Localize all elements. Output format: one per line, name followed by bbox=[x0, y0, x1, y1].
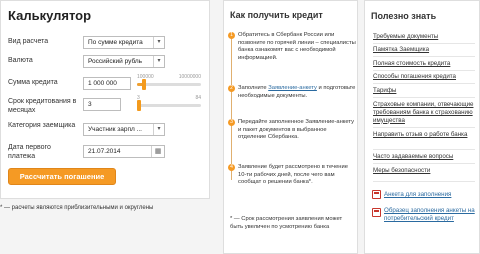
link-application-form[interactable]: Анкета для заполнения bbox=[384, 191, 451, 199]
amount-slider-handle[interactable] bbox=[142, 79, 147, 90]
calc-type-select[interactable]: По сумме кредита ▾ bbox=[83, 36, 165, 49]
calc-type-label: Вид расчета bbox=[8, 38, 49, 45]
review-time-note: * — Срок рассмотрения заявления может бы… bbox=[230, 216, 343, 230]
first-payment-date-value: 21.07.2014 bbox=[88, 148, 121, 155]
link-tariffs[interactable]: Тарифы bbox=[373, 87, 396, 95]
useful-title: Полезно знать bbox=[371, 11, 437, 21]
amount-input[interactable]: 1 000 000 bbox=[83, 77, 131, 90]
step-text: Заявление будет рассмотрено в течение 10… bbox=[238, 164, 348, 186]
chevron-down-icon: ▾ bbox=[153, 56, 164, 67]
link-repayment-methods[interactable]: Способы погашения кредита bbox=[373, 73, 456, 81]
chevron-down-icon: ▾ bbox=[153, 37, 164, 48]
amount-slider[interactable]: 100000 10000000 bbox=[137, 74, 201, 91]
chevron-down-icon: ▾ bbox=[153, 124, 164, 135]
divider bbox=[373, 43, 475, 44]
calendar-icon[interactable]: ▦ bbox=[151, 146, 164, 157]
currency-value: Российский рубль bbox=[88, 58, 143, 65]
category-value: Участник зарпл ... bbox=[88, 126, 142, 133]
pdf-icon bbox=[372, 208, 381, 217]
first-payment-date-label: Дата первого платежа bbox=[8, 144, 51, 160]
term-slider-track bbox=[137, 104, 201, 107]
step-number: 1 bbox=[228, 32, 235, 39]
link-required-documents[interactable]: Требуемые документы bbox=[373, 33, 438, 41]
term-slider-handle[interactable] bbox=[137, 100, 141, 111]
calculator-panel: Калькулятор Вид расчета По сумме кредита… bbox=[0, 0, 210, 199]
pdf-icon bbox=[372, 190, 381, 199]
useful-panel: Полезно знать Требуемые документы Памятк… bbox=[364, 0, 480, 254]
link-insurance-companies[interactable]: Страховые компании, отвечающие требовани… bbox=[373, 101, 477, 124]
steps-connector bbox=[231, 34, 232, 180]
currency-select[interactable]: Российский рубль ▾ bbox=[83, 55, 165, 68]
step-text-before: Заполните bbox=[238, 85, 269, 91]
category-label: Категория заемщика bbox=[8, 122, 76, 129]
link-faq[interactable]: Часто задаваемые вопросы bbox=[373, 153, 453, 161]
link-full-loan-cost[interactable]: Полная стоимость кредита bbox=[373, 60, 450, 68]
step-text: Заполните Заявление-анкету и подготовьте… bbox=[238, 85, 356, 100]
how-to-panel: Как получить кредит 1 Обратитесь в Сберб… bbox=[223, 0, 358, 254]
amount-slider-max: 10000000 bbox=[178, 74, 201, 80]
divider bbox=[373, 149, 475, 150]
link-feedback[interactable]: Направить отзыв о работе банка bbox=[373, 131, 477, 139]
calculate-button[interactable]: Рассчитать погашение bbox=[8, 168, 116, 185]
divider bbox=[373, 163, 475, 164]
term-input[interactable]: 3 bbox=[83, 98, 121, 111]
link-borrower-memo[interactable]: Памятка Заемщика bbox=[373, 46, 429, 54]
term-slider[interactable]: 3 84 bbox=[137, 95, 201, 112]
currency-label: Валюта bbox=[8, 57, 33, 64]
link-form-sample[interactable]: Образец заполнения анкеты на потребитель… bbox=[384, 207, 476, 223]
divider bbox=[373, 56, 475, 57]
divider bbox=[373, 83, 475, 84]
divider bbox=[373, 70, 475, 71]
divider bbox=[373, 97, 475, 98]
step-number: 3 bbox=[228, 119, 235, 126]
link-security-measures[interactable]: Меры безопасности bbox=[373, 167, 430, 175]
calc-type-value: По сумме кредита bbox=[88, 39, 143, 46]
step-text: Передайте заполненное Заявление-анкету и… bbox=[238, 119, 355, 141]
application-form-link[interactable]: Заявление-анкету bbox=[268, 85, 317, 91]
divider bbox=[373, 181, 475, 182]
first-payment-date-input[interactable]: 21.07.2014 ▦ bbox=[83, 145, 165, 158]
step-number: 2 bbox=[228, 85, 235, 92]
how-to-title: Как получить кредит bbox=[230, 10, 323, 20]
term-slider-max: 84 bbox=[195, 95, 201, 101]
amount-slider-track bbox=[137, 83, 201, 86]
term-label: Срок кредитования в месяцах bbox=[8, 98, 77, 114]
calculator-title: Калькулятор bbox=[8, 8, 92, 23]
category-select[interactable]: Участник зарпл ... ▾ bbox=[83, 123, 165, 136]
step-number: 4 bbox=[228, 164, 235, 171]
divider bbox=[373, 127, 475, 128]
step-text: Обратитесь в Сбербанк России или позвони… bbox=[238, 32, 356, 61]
amount-label: Сумма кредита bbox=[8, 79, 58, 86]
calculator-footnote: * — расчеты являются приблизительными и … bbox=[0, 205, 154, 211]
